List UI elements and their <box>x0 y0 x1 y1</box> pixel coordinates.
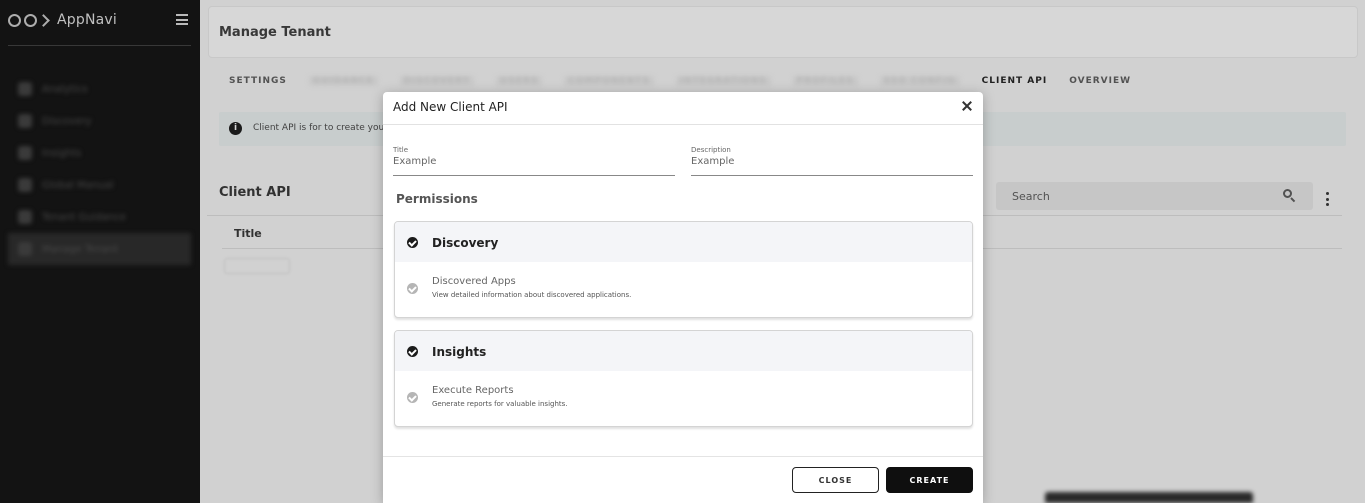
permission-item-description: View detailed information about discover… <box>432 291 632 299</box>
title-field-label: Title <box>393 146 409 154</box>
close-button[interactable]: CLOSE <box>792 467 879 493</box>
check-circle-icon[interactable] <box>407 346 418 357</box>
title-field[interactable]: Title <box>393 146 675 176</box>
permissions-title: Permissions <box>396 192 478 206</box>
modal-header: Add New Client API <box>383 92 983 125</box>
permission-name: Discovery <box>432 236 499 250</box>
close-icon[interactable] <box>961 100 973 112</box>
description-field-label: Description <box>691 146 731 154</box>
add-client-api-modal: Add New Client API Title Description Per… <box>383 92 983 503</box>
permission-card-insights: Insights Execute Reports Generate report… <box>394 330 973 427</box>
permission-item-name: Execute Reports <box>432 385 514 396</box>
check-circle-icon[interactable] <box>407 392 418 403</box>
title-input[interactable] <box>393 156 675 167</box>
permission-header[interactable]: Discovery <box>395 222 972 262</box>
permission-item-description: Generate reports for valuable insights. <box>432 400 568 408</box>
description-field[interactable]: Description <box>691 146 973 176</box>
permission-item-name: Discovered Apps <box>432 276 516 287</box>
modal-title: Add New Client API <box>393 100 508 114</box>
description-input[interactable] <box>691 156 973 167</box>
check-circle-icon[interactable] <box>407 283 418 294</box>
permission-name: Insights <box>432 345 487 359</box>
modal-footer-divider <box>383 456 983 457</box>
create-button[interactable]: CREATE <box>886 467 973 493</box>
check-circle-icon[interactable] <box>407 237 418 248</box>
permission-header[interactable]: Insights <box>395 331 972 371</box>
permission-card-discovery: Discovery Discovered Apps View detailed … <box>394 221 973 318</box>
